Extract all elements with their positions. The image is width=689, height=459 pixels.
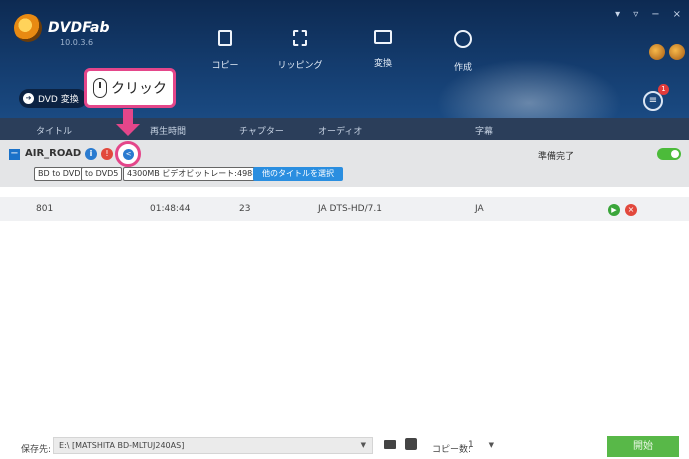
window-controls: ▾ ▿ − × [615, 9, 681, 20]
disc-logo-icon [14, 14, 42, 42]
nav-creator[interactable]: 作成 [433, 30, 493, 73]
chevron-down-icon: ▼ [488, 441, 494, 449]
avatar-secondary[interactable] [669, 44, 685, 60]
bottom-bar: 保存先: E:\ [MATSHITA BD-MLTUJ240AS] ▼ コピー数… [0, 430, 689, 459]
save-path-value: E:\ [MATSHITA BD-MLTUJ240AS] [59, 441, 185, 450]
nav-converter[interactable]: 変換 [353, 30, 413, 69]
copies-value: 1 [468, 440, 474, 450]
mode-button[interactable]: ➔ DVD 変換 [19, 89, 87, 108]
cell-audio[interactable]: JA DTS-HD/7.1 [318, 204, 382, 214]
cell-chapters[interactable]: 23 [239, 204, 250, 214]
share-highlight: < [115, 141, 141, 167]
col-title: タイトル [36, 127, 73, 137]
column-header: タイトル 再生時間 チャプター オーディオ 字幕 [0, 118, 689, 140]
mode-button-label: DVD 変換 [38, 95, 79, 105]
avatar[interactable] [649, 44, 665, 60]
start-button[interactable]: 開始 [607, 436, 679, 457]
mouse-icon [93, 78, 107, 98]
cell-subtitle[interactable]: JA [475, 204, 484, 214]
app-logo: DVDFab 10.0.3.6 [14, 14, 110, 47]
dropdown-icon[interactable]: ▾ [615, 9, 620, 20]
creator-icon [454, 30, 472, 48]
nav-creator-label: 作成 [453, 63, 472, 73]
nav-copy[interactable]: コピー [195, 30, 255, 71]
close-button[interactable]: × [673, 9, 681, 20]
chevron-down-icon: ▼ [360, 441, 366, 449]
share-icon[interactable]: < [123, 149, 134, 160]
cell-title: 801 [36, 204, 54, 214]
warning-icon[interactable]: ! [101, 148, 113, 160]
chip-target[interactable]: to DVD5 [81, 167, 123, 181]
save-path-select[interactable]: E:\ [MATSHITA BD-MLTUJ240AS] ▼ [53, 437, 373, 454]
nav-ripper-label: リッピング [277, 61, 323, 71]
cell-duration: 01:48:44 [150, 204, 191, 214]
chip-mode[interactable]: BD to DVD [34, 167, 85, 181]
folder-icon[interactable] [384, 440, 396, 449]
click-callout: クリック [84, 68, 176, 108]
remove-icon[interactable]: × [625, 204, 637, 216]
col-subtitle: 字幕 [475, 127, 494, 137]
table-row[interactable]: 801 01:48:44 23 JA DTS-HD/7.1 JA ▶ × [0, 197, 689, 221]
nav-ripper[interactable]: リッピング [270, 30, 330, 71]
copies-label: コピー数: [432, 445, 472, 455]
status-text: 準備完了 [538, 152, 575, 162]
save-to-label: 保存先: [21, 445, 52, 455]
title-name: AIR_ROAD [25, 148, 82, 159]
ripper-icon [293, 30, 307, 46]
col-audio: オーディオ [318, 127, 363, 137]
copies-select[interactable]: 1 ▼ [468, 440, 494, 450]
callout-label: クリック [111, 81, 167, 97]
arrow-right-icon: ➔ [23, 93, 34, 104]
enable-toggle[interactable] [657, 148, 681, 160]
converter-icon [374, 30, 392, 44]
minimize-button[interactable]: − [651, 9, 659, 20]
select-other-title-button[interactable]: 他のタイトルを選択 [253, 167, 343, 181]
col-chapters: チャプター [239, 127, 284, 137]
iso-icon[interactable] [405, 438, 417, 450]
nav-copy-label: コピー [211, 61, 239, 71]
notification-badge: 1 [658, 84, 669, 95]
callout-arrow-head [116, 124, 140, 136]
app-version: 10.0.3.6 [60, 38, 94, 47]
nav-converter-label: 変換 [373, 59, 392, 69]
info-icon[interactable]: i [85, 148, 97, 160]
collapse-button[interactable]: − [9, 149, 20, 160]
callout-arrow [123, 109, 133, 125]
app-name: DVDFab [48, 20, 110, 36]
wifi-icon[interactable]: ▿ [633, 9, 638, 20]
title-group: − AIR_ROAD i ! 準備完了 BD to DVD to DVD5 43… [0, 140, 689, 187]
play-icon[interactable]: ▶ [608, 204, 620, 216]
copy-icon [218, 30, 232, 46]
col-duration: 再生時間 [150, 127, 187, 137]
